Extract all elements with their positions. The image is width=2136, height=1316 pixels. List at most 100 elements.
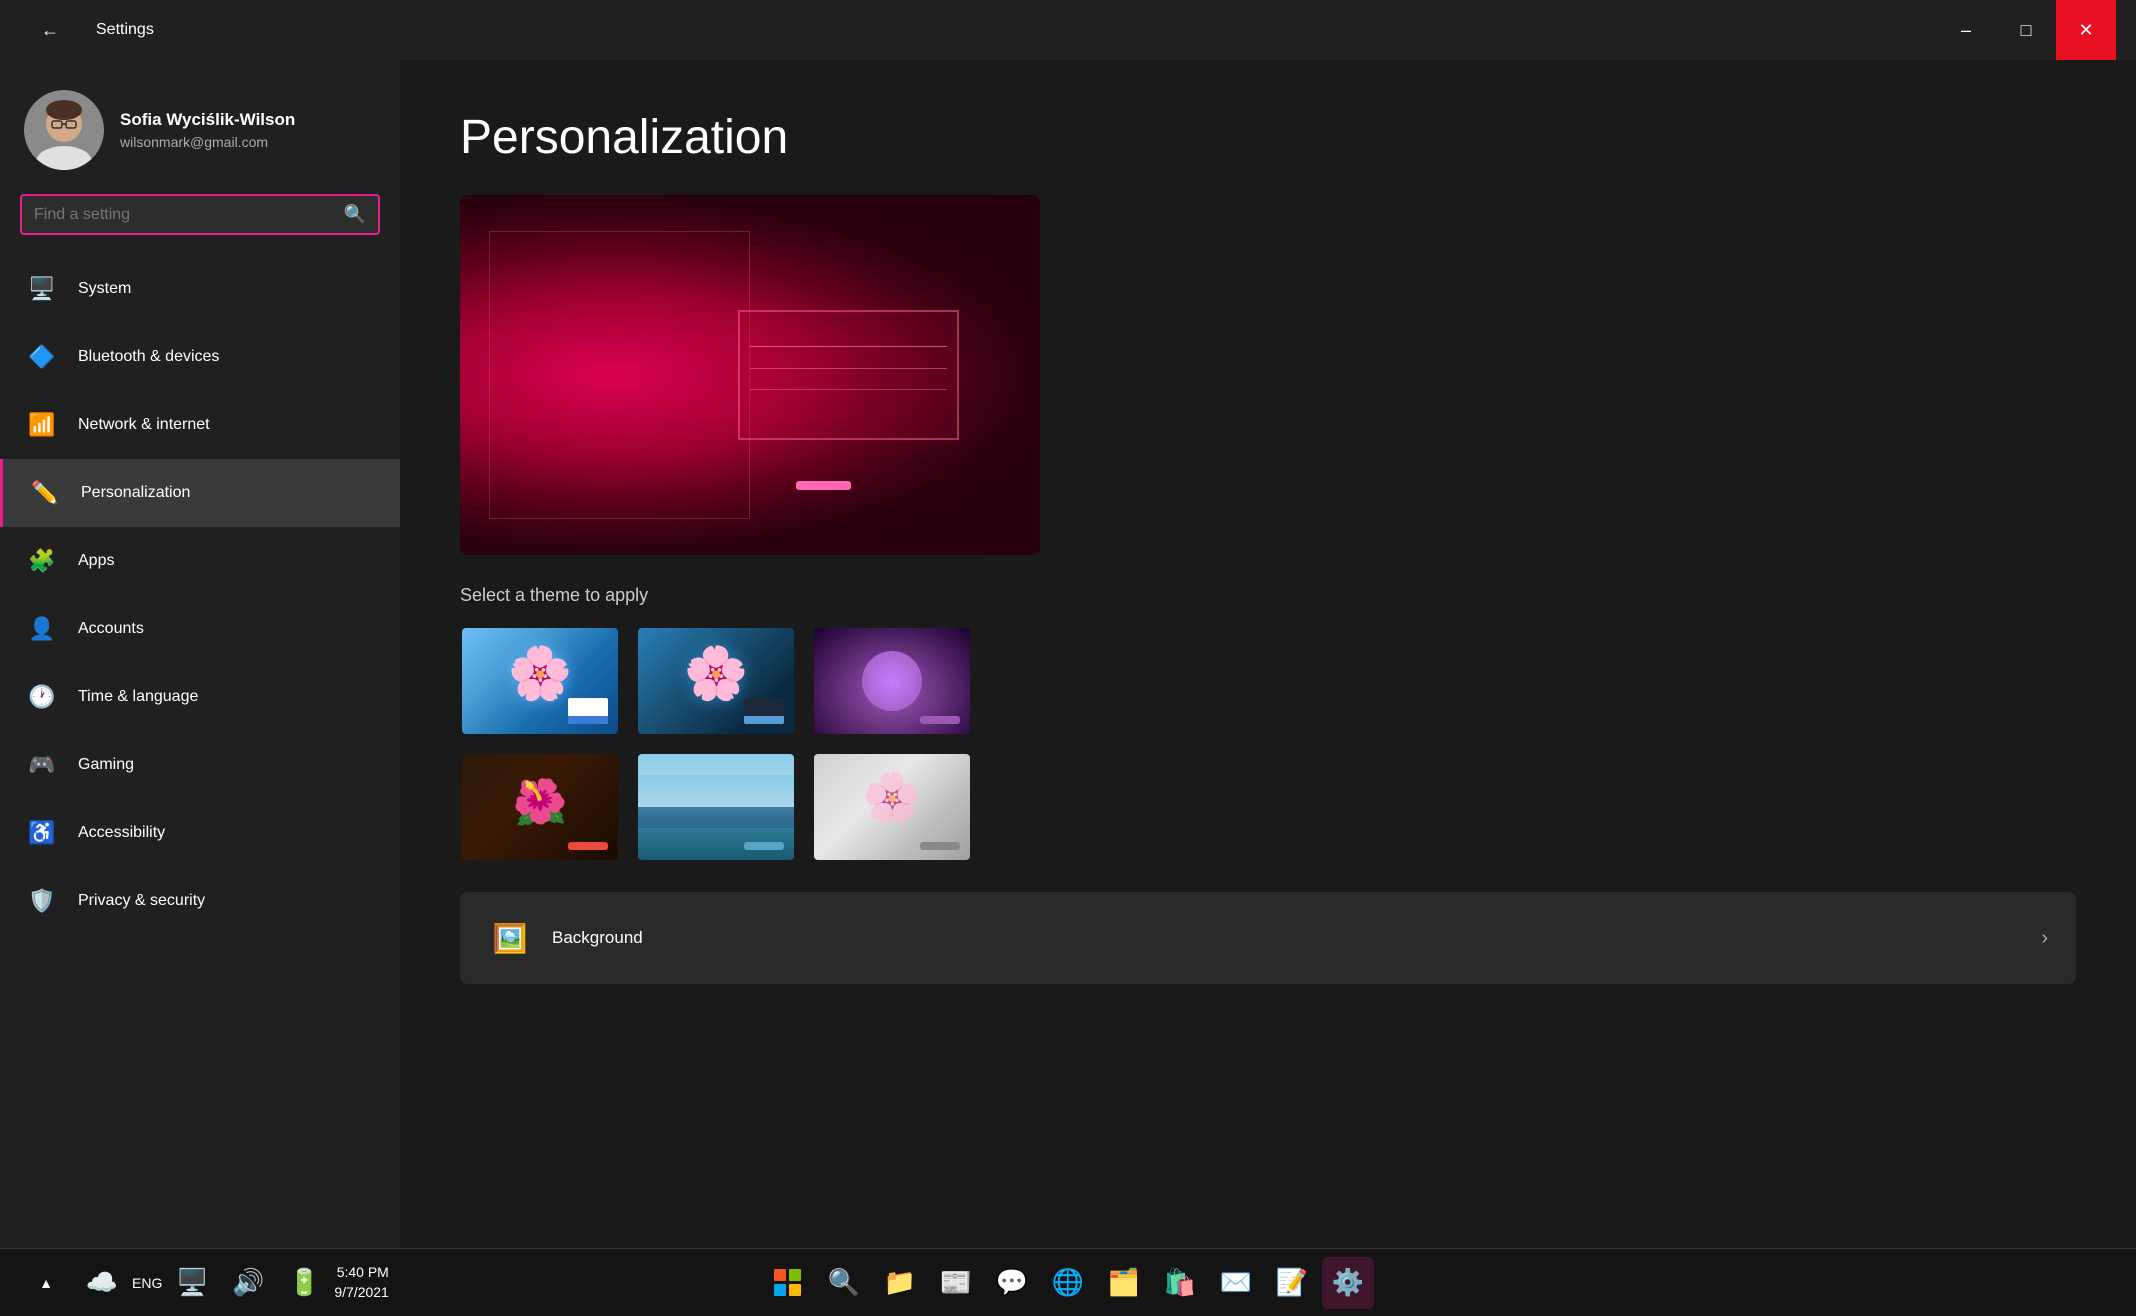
- privacy-icon: 🛡️: [24, 883, 60, 919]
- win-logo-q3: [774, 1284, 786, 1296]
- back-button[interactable]: ←: [20, 0, 80, 60]
- wallpaper-line2: [750, 368, 947, 369]
- sidebar-item-label-bluetooth: Bluetooth & devices: [78, 348, 219, 366]
- search-icon[interactable]: 🔍: [344, 204, 366, 225]
- taskbar-battery-icon[interactable]: 🔋: [278, 1257, 330, 1309]
- wallpaper-bar: [796, 481, 851, 490]
- minimize-button[interactable]: –: [1936, 0, 1996, 60]
- avatar: [24, 90, 104, 170]
- theme-section-title: Select a theme to apply: [460, 585, 2076, 606]
- sidebar-item-label-personalization: Personalization: [81, 484, 190, 502]
- background-icon: 🖼️: [488, 916, 532, 960]
- sidebar-item-accounts[interactable]: 👤 Accounts: [0, 595, 400, 663]
- taskbar-file-manager-icon[interactable]: 🗂️: [1098, 1257, 1150, 1309]
- user-profile[interactable]: Sofia Wyciślik-Wilson wilsonmark@gmail.c…: [0, 60, 400, 194]
- theme-flower-icon-silver: 🌸: [862, 769, 922, 826]
- wallpaper-preview: [460, 195, 1040, 555]
- taskbar-center: 🔍 📁 📰 💬 🌐 🗂️ 🛍️ ✉️ 📝 ⚙️: [762, 1257, 1374, 1309]
- theme-preview-purple: [814, 628, 970, 734]
- sidebar-item-privacy-security[interactable]: 🛡️ Privacy & security: [0, 867, 400, 935]
- window-controls: – □ ✕: [1936, 0, 2116, 60]
- theme-indicator-1: [568, 716, 608, 724]
- win-logo-q1: [774, 1269, 786, 1281]
- system-icon: 🖥️: [24, 271, 60, 307]
- sidebar-item-personalization[interactable]: ✏️ Personalization: [0, 459, 400, 527]
- sidebar-item-bluetooth[interactable]: 🔷 Bluetooth & devices: [0, 323, 400, 391]
- taskbar-start-button[interactable]: [762, 1257, 814, 1309]
- taskbar-teams-icon[interactable]: 💬: [986, 1257, 1038, 1309]
- theme-preview-silver: 🌸: [814, 754, 970, 860]
- search-input[interactable]: [34, 206, 334, 224]
- taskbar-edge-icon[interactable]: 🌐: [1042, 1257, 1094, 1309]
- taskbar-network-icon[interactable]: 🖥️: [166, 1257, 218, 1309]
- taskbar-cloud-icon[interactable]: ☁️: [76, 1257, 128, 1309]
- sidebar-nav: 🖥️ System 🔷 Bluetooth & devices 📶 Networ…: [0, 255, 400, 935]
- theme-card-glow[interactable]: 🌺: [460, 752, 620, 862]
- personalization-icon: ✏️: [27, 475, 63, 511]
- close-button[interactable]: ✕: [2056, 0, 2116, 60]
- landscape-sky: [638, 775, 794, 807]
- taskbar-notepad-icon[interactable]: 📝: [1266, 1257, 1318, 1309]
- accounts-icon: 👤: [24, 611, 60, 647]
- taskbar-left: ▲ ☁️ ENG 🖥️ 🔊 🔋 5:40 PM 9/7/2021: [20, 1257, 389, 1309]
- maximize-button[interactable]: □: [1996, 0, 2056, 60]
- sidebar-item-label-accessibility: Accessibility: [78, 824, 165, 842]
- taskbar-search-icon[interactable]: 🔍: [818, 1257, 870, 1309]
- wallpaper-shape1: [489, 231, 750, 519]
- taskbar-language: ENG: [132, 1275, 162, 1291]
- win-logo-q4: [789, 1284, 801, 1296]
- sidebar-item-label-time-language: Time & language: [78, 688, 198, 706]
- user-info: Sofia Wyciślik-Wilson wilsonmark@gmail.c…: [120, 110, 295, 150]
- theme-card-silver[interactable]: 🌸: [812, 752, 972, 862]
- taskbar-date-display: 9/7/2021: [334, 1283, 389, 1303]
- search-container: 🔍: [0, 194, 400, 255]
- sidebar-item-label-apps: Apps: [78, 552, 114, 570]
- sidebar: Sofia Wyciślik-Wilson wilsonmark@gmail.c…: [0, 60, 400, 1248]
- taskbar-widgets-icon[interactable]: 📰: [930, 1257, 982, 1309]
- theme-card-purple[interactable]: [812, 626, 972, 736]
- taskbar-clock[interactable]: 5:40 PM 9/7/2021: [334, 1263, 389, 1302]
- sidebar-item-system[interactable]: 🖥️ System: [0, 255, 400, 323]
- sidebar-item-label-network: Network & internet: [78, 416, 210, 434]
- sidebar-item-label-accounts: Accounts: [78, 620, 144, 638]
- taskbar-settings-icon[interactable]: ⚙️: [1322, 1257, 1374, 1309]
- theme-card-win11-dark[interactable]: 🌸: [636, 626, 796, 736]
- page-title: Personalization: [460, 110, 2076, 165]
- sidebar-item-apps[interactable]: 🧩 Apps: [0, 527, 400, 595]
- theme-indicator-6: [920, 842, 960, 850]
- sidebar-item-accessibility[interactable]: ♿ Accessibility: [0, 799, 400, 867]
- gaming-icon: 🎮: [24, 747, 60, 783]
- theme-indicator-4: [568, 842, 608, 850]
- sidebar-item-time-language[interactable]: 🕐 Time & language: [0, 663, 400, 731]
- windows-logo: [774, 1269, 802, 1297]
- sidebar-item-gaming[interactable]: 🎮 Gaming: [0, 731, 400, 799]
- background-label: Background: [552, 928, 643, 948]
- background-left: 🖼️ Background: [488, 916, 643, 960]
- theme-indicator-2: [744, 716, 784, 724]
- taskbar: ▲ ☁️ ENG 🖥️ 🔊 🔋 5:40 PM 9/7/2021 🔍 📁 📰 💬: [0, 1248, 2136, 1316]
- apps-icon: 🧩: [24, 543, 60, 579]
- win-logo-q2: [789, 1269, 801, 1281]
- sidebar-item-label-privacy-security: Privacy & security: [78, 892, 205, 910]
- theme-card-win11-light[interactable]: 🌸: [460, 626, 620, 736]
- taskbar-file-explorer-icon[interactable]: 📁: [874, 1257, 926, 1309]
- accessibility-icon: ♿: [24, 815, 60, 851]
- theme-flame-icon: 🌺: [513, 776, 568, 828]
- user-name: Sofia Wyciślik-Wilson: [120, 110, 295, 130]
- page-content: Personalization Select a theme to apply: [400, 60, 2136, 1248]
- theme-card-landscape[interactable]: [636, 752, 796, 862]
- time-language-icon: 🕐: [24, 679, 60, 715]
- taskbar-system-tray-arrow[interactable]: ▲: [20, 1257, 72, 1309]
- taskbar-volume-icon[interactable]: 🔊: [222, 1257, 274, 1309]
- taskbar-mail-icon[interactable]: ✉️: [1210, 1257, 1262, 1309]
- window-title: Settings: [96, 21, 1936, 39]
- taskbar-time-display: 5:40 PM: [334, 1263, 389, 1283]
- theme-indicator-3: [920, 716, 960, 724]
- sidebar-item-label-system: System: [78, 280, 131, 298]
- taskbar-store-icon[interactable]: 🛍️: [1154, 1257, 1206, 1309]
- theme-preview-win11-light: 🌸: [462, 628, 618, 734]
- sidebar-item-network[interactable]: 📶 Network & internet: [0, 391, 400, 459]
- background-section[interactable]: 🖼️ Background ›: [460, 892, 2076, 984]
- background-chevron-icon: ›: [2041, 927, 2048, 950]
- title-bar: ← Settings – □ ✕: [0, 0, 2136, 60]
